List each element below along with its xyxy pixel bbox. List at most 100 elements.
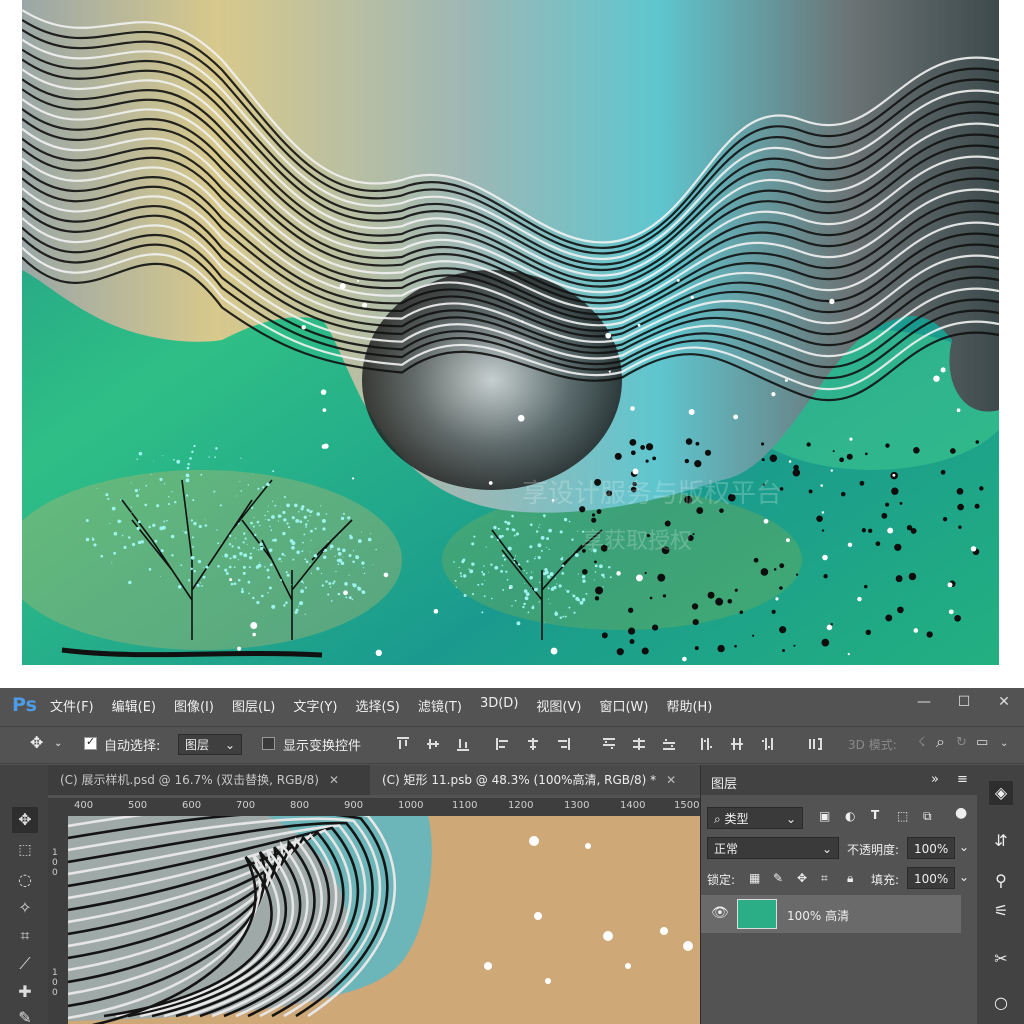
eyedropper-tool-icon[interactable]: ⟋ [12, 951, 38, 977]
chevron-down-icon[interactable]: ⌄ [54, 738, 62, 749]
close-icon[interactable]: ✕ [329, 773, 339, 787]
fill-chevron-icon[interactable]: ⌄ [959, 870, 969, 884]
filter-shape-icon[interactable]: ⬚ [897, 809, 908, 823]
tab-showcase-mockup[interactable]: (C) 展示样机.psd @ 16.7% (双击替换, RGB/8) ✕ [48, 765, 370, 795]
distribute-right-icon[interactable] [760, 737, 774, 751]
speckle [582, 579, 586, 583]
align-right-icon[interactable] [556, 737, 570, 751]
ink-dot [719, 508, 724, 513]
filter-pixel-icon[interactable]: ▣ [819, 809, 830, 823]
speckle [189, 457, 192, 460]
menu-view[interactable]: 视图(V) [536, 696, 581, 715]
ink-dot [950, 448, 956, 454]
menu-3d[interactable]: 3D(D) [480, 696, 518, 715]
speckle [538, 601, 540, 603]
speckle [224, 568, 228, 572]
menu-type[interactable]: 文字(Y) [293, 696, 337, 715]
filter-smart-object-icon[interactable]: ⧉ [923, 809, 932, 824]
align-top-icon[interactable] [396, 737, 410, 751]
align-bottom-icon[interactable] [456, 737, 470, 751]
search-panel-icon[interactable]: ○ [989, 991, 1013, 1015]
auto-align-icon[interactable] [808, 737, 822, 751]
speckle [305, 526, 307, 528]
layers-panel-title[interactable]: 图层 [711, 773, 737, 792]
distribute-vcenter-icon[interactable] [632, 737, 646, 751]
menu-edit[interactable]: 编辑(E) [112, 696, 156, 715]
ink-dot [582, 568, 588, 575]
speckle [130, 506, 133, 508]
filter-toggle-icon[interactable]: ● [955, 805, 967, 821]
auto-select-checkbox[interactable] [84, 735, 97, 750]
layer-row[interactable]: 👁︎ 100% 高清 [701, 895, 961, 933]
marquee-tool-icon[interactable]: ⬚ [12, 837, 38, 863]
menu-select[interactable]: 选择(S) [355, 696, 399, 715]
show-transform-checkbox[interactable] [262, 737, 275, 750]
lock-artboard-icon[interactable]: ⌗ [821, 871, 828, 886]
workspace-icon[interactable]: ▭ [976, 735, 988, 750]
speckle [272, 470, 275, 473]
workspace-chevron-icon[interactable]: ⌄ [1000, 738, 1008, 749]
history-icon[interactable]: ⇵ [989, 829, 1013, 853]
white-dot [630, 406, 635, 411]
speckle [144, 503, 148, 507]
layer-name[interactable]: 100% 高清 [787, 907, 849, 924]
speckle [334, 555, 336, 557]
lasso-tool-icon[interactable]: ◌ [12, 867, 38, 893]
fill-field[interactable]: 100% [907, 867, 955, 889]
lock-all-icon[interactable]: 🔒︎ [847, 871, 853, 886]
distribute-top-icon[interactable] [602, 737, 616, 751]
speckle [329, 544, 334, 549]
tools-icon[interactable]: ✂ [989, 947, 1013, 971]
collapse-panel-icon[interactable]: » [931, 772, 939, 787]
crop-tool-icon[interactable]: ⌗ [12, 923, 38, 949]
align-hcenter-icon[interactable] [526, 737, 540, 751]
brush-tool-icon[interactable]: ✎ [12, 1005, 38, 1024]
opacity-field[interactable]: 100% [907, 837, 955, 859]
speckle [322, 550, 325, 553]
3d-roll-icon[interactable]: ↻ [956, 735, 967, 750]
ink-dot [940, 469, 946, 475]
properties-icon[interactable]: ⚟ [989, 899, 1013, 923]
ink-dot [662, 594, 667, 598]
healing-brush-tool-icon[interactable]: ✚ [12, 979, 38, 1005]
document-canvas[interactable] [68, 816, 700, 1024]
auto-select-dropdown[interactable]: 图层 ⌄ [178, 734, 242, 755]
distribute-left-icon[interactable] [700, 737, 714, 751]
lock-transparent-icon[interactable]: ▦ [749, 871, 760, 885]
menu-image[interactable]: 图像(I) [174, 696, 214, 715]
lock-position-icon[interactable]: ✥ [797, 871, 807, 885]
close-icon[interactable]: ✕ [666, 773, 676, 787]
layers-stack-icon[interactable]: ◈ [989, 781, 1013, 805]
filter-adjustment-icon[interactable]: ◐ [845, 809, 855, 823]
speckle [216, 529, 218, 531]
menu-window[interactable]: 窗口(W) [599, 696, 648, 715]
speckle [534, 557, 536, 560]
menu-help[interactable]: 帮助(H) [666, 696, 712, 715]
align-left-icon[interactable] [496, 737, 510, 751]
menu-layer[interactable]: 图层(L) [232, 696, 275, 715]
opacity-chevron-icon[interactable]: ⌄ [959, 840, 969, 854]
lock-pixels-icon[interactable]: ✎ [773, 871, 783, 885]
adjustments-icon[interactable]: ⚲ [989, 869, 1013, 893]
align-vcenter-icon[interactable] [426, 737, 440, 751]
move-tool-icon[interactable]: ✥ [12, 807, 38, 833]
blend-mode-dropdown[interactable]: 正常 ⌄ [707, 837, 839, 859]
speckle [167, 503, 171, 506]
magic-wand-tool-icon[interactable]: ✧ [12, 895, 38, 921]
minimize-button[interactable]: — [904, 688, 944, 716]
maximize-button[interactable]: ☐ [944, 688, 984, 716]
filter-type-icon[interactable]: T [871, 808, 879, 822]
menu-file[interactable]: 文件(F) [50, 696, 94, 715]
menu-filter[interactable]: 滤镜(T) [418, 696, 462, 715]
search-icon[interactable]: ⌕ [936, 732, 945, 752]
white-dot [322, 408, 327, 413]
3d-orbit-icon[interactable]: ☇ [918, 735, 925, 750]
eye-visibility-icon[interactable]: 👁︎ [711, 905, 729, 921]
panel-menu-icon[interactable]: ≡ [957, 772, 968, 787]
close-window-button[interactable]: ✕ [984, 688, 1024, 716]
distribute-hcenter-icon[interactable] [730, 737, 744, 751]
tab-rectangle-11[interactable]: (C) 矩形 11.psb @ 48.3% (100%高清, RGB/8) * ✕ [370, 765, 700, 795]
move-tool-icon[interactable]: ✥ [30, 733, 43, 752]
distribute-bottom-icon[interactable] [662, 737, 676, 751]
layer-filter-dropdown[interactable]: ⌕ 类型 ⌄ [707, 807, 803, 829]
